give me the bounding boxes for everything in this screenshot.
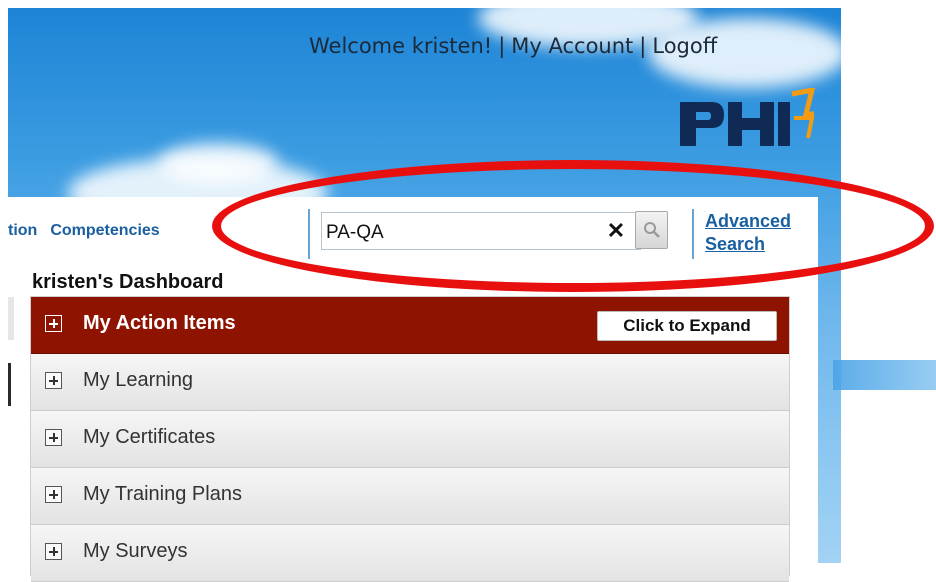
section-my-training-plans[interactable]: My Training Plans <box>31 468 789 525</box>
welcome-text: Welcome kristen! <box>309 34 493 58</box>
expand-plus-icon[interactable] <box>45 543 62 560</box>
advanced-search-link[interactable]: Advanced Search <box>705 210 791 256</box>
section-label: My Surveys <box>83 540 188 562</box>
nav-item-truncated[interactable]: tion <box>8 222 37 239</box>
header-user-links: Welcome kristen! | My Account | Logoff <box>309 34 717 58</box>
section-my-learning[interactable]: My Learning <box>31 354 789 411</box>
separator: | <box>639 34 647 58</box>
section-my-surveys[interactable]: My Surveys <box>31 525 789 582</box>
my-account-link[interactable]: My Account <box>511 34 633 58</box>
click-to-expand-button[interactable]: Click to Expand <box>597 311 777 341</box>
top-nav: tion Competencies <box>8 222 173 240</box>
section-label: My Learning <box>83 369 194 391</box>
separator: | <box>498 34 506 58</box>
section-my-certificates[interactable]: My Certificates <box>31 411 789 468</box>
left-edge-mark <box>8 363 11 406</box>
advanced-search-line1: Advanced <box>705 211 792 231</box>
expand-plus-icon[interactable] <box>45 486 62 503</box>
dashboard-panel: My Action Items Click to Expand My Learn… <box>30 296 790 582</box>
nav-item-competencies[interactable]: Competencies <box>50 222 159 239</box>
logoff-link[interactable]: Logoff <box>652 34 717 58</box>
search-input[interactable] <box>321 212 641 250</box>
section-label: My Training Plans <box>83 483 242 505</box>
brand-logo <box>680 88 816 146</box>
magnifier-icon <box>644 222 660 238</box>
search-divider <box>308 209 310 259</box>
section-my-action-items[interactable]: My Action Items Click to Expand <box>31 297 789 354</box>
advanced-search-line2: Search <box>705 234 766 254</box>
left-edge-mark <box>8 297 14 340</box>
sky-strip <box>833 360 936 390</box>
section-label: My Action Items <box>83 312 236 334</box>
search-divider <box>692 209 694 259</box>
expand-plus-icon[interactable] <box>45 315 62 332</box>
main-content: tion Competencies ✕ Advanced Search kriste… <box>8 197 818 582</box>
dashboard-title: kristen's Dashboard <box>32 271 224 293</box>
expand-plus-icon[interactable] <box>45 372 62 389</box>
expand-plus-icon[interactable] <box>45 429 62 446</box>
section-label: My Certificates <box>83 426 216 448</box>
search-button[interactable] <box>635 211 668 249</box>
clear-search-icon[interactable]: ✕ <box>604 217 628 245</box>
